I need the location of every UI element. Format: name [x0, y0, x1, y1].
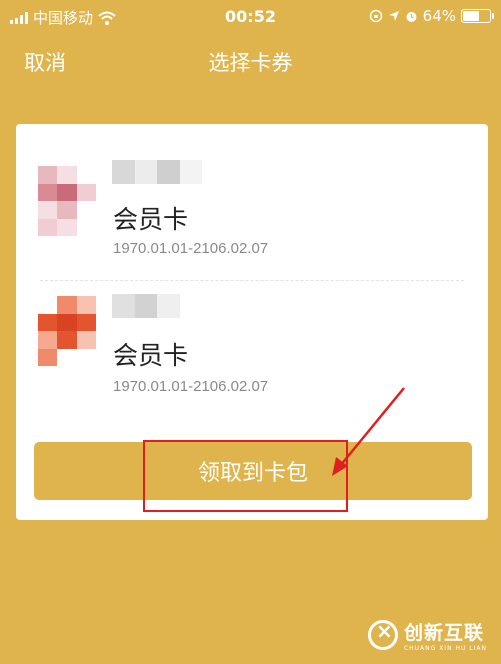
divider	[40, 280, 464, 281]
battery-fill	[463, 11, 479, 21]
status-right: 64%	[369, 7, 494, 25]
location-icon	[388, 11, 399, 21]
logo-pixel	[76, 183, 96, 201]
coupon-item[interactable]: 会员卡 1970.01.01-2106.02.07	[16, 144, 488, 284]
logo-pixel	[57, 218, 77, 236]
logo-pixel	[57, 313, 77, 331]
logo-pixel	[76, 166, 96, 184]
coupon-validity: 1970.01.01-2106.02.07	[113, 378, 269, 395]
logo-pixel	[38, 166, 58, 184]
logo-pixel	[57, 183, 77, 201]
blurred-merchant-name	[112, 160, 202, 184]
battery-label: 64%	[422, 7, 456, 25]
lock-rotation-icon	[369, 9, 382, 23]
blurred-merchant-name	[112, 294, 202, 318]
annotation-highlight-box	[143, 440, 348, 512]
logo-pixel	[38, 348, 58, 366]
logo-pixel	[76, 348, 96, 366]
brand-icon	[367, 619, 398, 650]
watermark-sub: CHUANG XIN HU LIAN	[403, 645, 487, 652]
coupon-logo	[38, 166, 96, 236]
logo-pixel	[57, 296, 77, 314]
logo-pixel	[38, 331, 58, 349]
coupon-name: 会员卡	[113, 205, 189, 234]
logo-pixel	[57, 348, 77, 366]
logo-pixel	[57, 201, 77, 219]
logo-pixel	[38, 313, 58, 331]
logo-pixel	[38, 218, 58, 236]
watermark-logo: 创新互联 CHUANG XIN HU LIAN	[367, 618, 487, 652]
logo-pixel	[38, 296, 58, 314]
logo-pixel	[57, 166, 77, 184]
logo-pixel	[76, 201, 96, 219]
battery-icon	[461, 9, 494, 23]
logo-pixel	[57, 331, 77, 349]
logo-pixel	[76, 331, 96, 349]
nav-bar: 取消 选择卡券	[0, 34, 501, 88]
logo-pixel	[76, 313, 96, 331]
watermark-main: 创新互联	[403, 622, 484, 644]
status-bar: 中国移动 00:52 64%	[0, 0, 501, 34]
logo-pixel	[38, 201, 58, 219]
coupon-logo	[38, 296, 96, 366]
logo-pixel	[38, 183, 58, 201]
alarm-icon	[406, 11, 417, 22]
logo-pixel	[76, 296, 96, 314]
coupon-item[interactable]: 会员卡 1970.01.01-2106.02.07	[16, 284, 488, 424]
page-title: 选择卡券	[208, 51, 293, 75]
coupon-name: 会员卡	[113, 341, 189, 370]
logo-pixel	[76, 218, 96, 236]
coupon-validity: 1970.01.01-2106.02.07	[113, 240, 269, 257]
